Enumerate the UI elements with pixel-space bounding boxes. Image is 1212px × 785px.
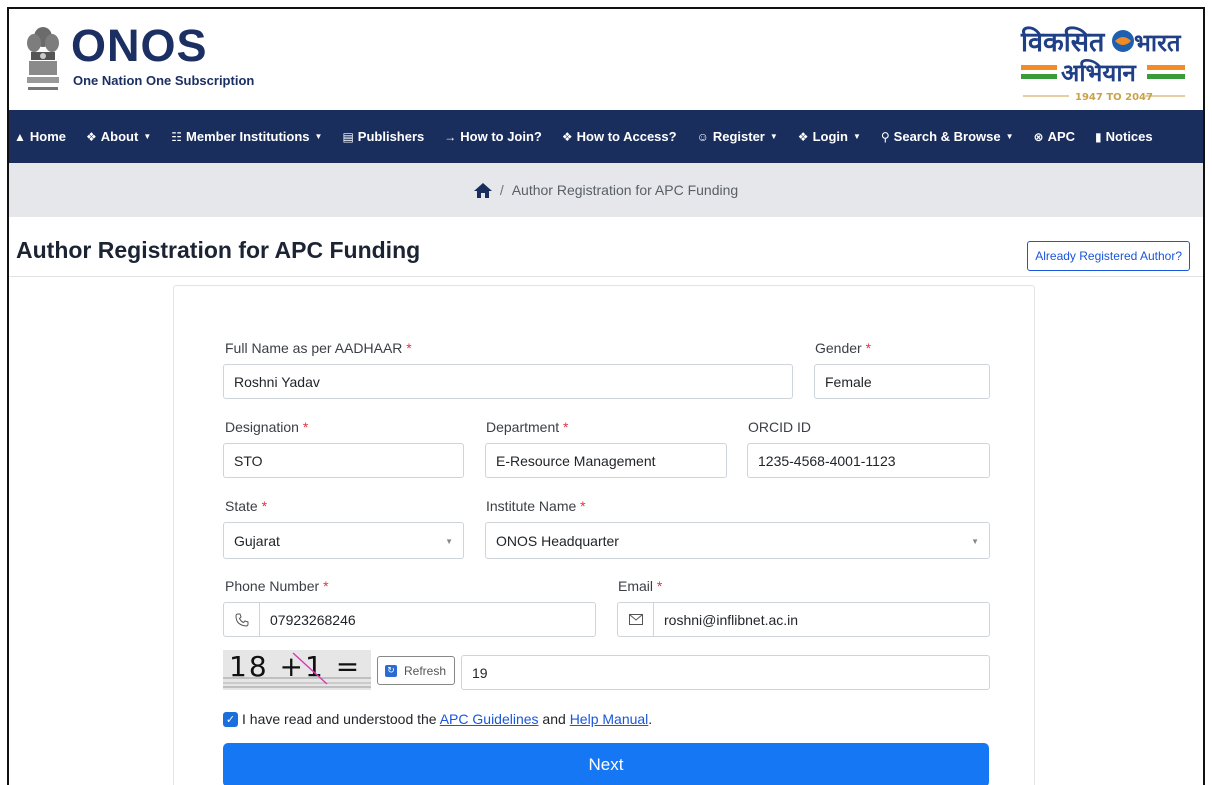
svg-text:1947 TO 2047: 1947 TO 2047 [1075, 92, 1153, 103]
envelope-icon [617, 602, 654, 637]
email-label: Email * [618, 578, 663, 594]
chevron-down-icon: ▼ [314, 132, 323, 141]
chevron-down-icon: ▼ [971, 537, 979, 546]
national-emblem-icon [27, 27, 59, 90]
nav-member-institutions[interactable]: ☷ Member Institutions ▼ [171, 129, 322, 144]
institute-label: Institute Name * [486, 498, 586, 514]
full-name-input[interactable]: Roshni Yadav [223, 364, 793, 399]
viksit-bharat-logo: विकसित भारत अभियान 1947 TO 2047 [1020, 26, 1185, 103]
phone-icon [223, 602, 260, 637]
login-arrow-icon: → [444, 129, 457, 144]
chevron-down-icon: ▼ [1005, 132, 1014, 141]
nav-publishers[interactable]: ▤ Publishers [342, 129, 424, 144]
refresh-icon: ↻ [385, 664, 397, 677]
state-label: State * [225, 498, 268, 514]
nav-how-to-access[interactable]: ❖ How to Access? [562, 129, 677, 144]
info-icon: ❖ [797, 129, 809, 144]
apc-guidelines-link[interactable]: APC Guidelines [440, 711, 539, 727]
chevron-down-icon: ▼ [143, 132, 152, 141]
nav-apc[interactable]: ⊗ APC [1034, 129, 1076, 144]
registration-form-card: Full Name as per AADHAAR * Roshni Yadav … [173, 285, 1035, 785]
gender-label: Gender * [815, 340, 872, 356]
orcid-label: ORCID ID [748, 419, 811, 435]
state-select[interactable]: Gujarat ▼ [223, 522, 464, 559]
info-icon: ❖ [86, 129, 97, 144]
help-manual-link[interactable]: Help Manual [570, 711, 649, 727]
consent-text: I have read and understood the APC Guide… [242, 711, 653, 727]
next-button[interactable]: Next [223, 743, 989, 785]
nav-about[interactable]: ❖ About ▼ [86, 129, 151, 144]
institution-icon: ☷ [171, 129, 183, 144]
home-icon[interactable] [473, 182, 492, 198]
page-title: Author Registration for APC Funding [16, 237, 421, 263]
chevron-down-icon: ▼ [769, 132, 778, 141]
designation-input[interactable]: STO [223, 443, 464, 478]
captcha-image: 18 +1 = [223, 650, 371, 690]
nav-search-browse[interactable]: ⚲ Search & Browse ▼ [881, 129, 1014, 144]
gender-input[interactable]: Female [814, 364, 990, 399]
department-label: Department * [486, 419, 569, 435]
designation-label: Designation * [225, 419, 309, 435]
home-icon: ▲ [14, 129, 26, 144]
phone-label: Phone Number * [225, 578, 329, 594]
department-input[interactable]: E-Resource Management [485, 443, 727, 478]
notice-icon: ▮ [1095, 129, 1102, 144]
main-navbar: ▲ Home ❖ About ▼ ☷ Member Institutions ▼ ▤ Pub… [9, 110, 1203, 163]
captcha-refresh-button[interactable]: ↻ Refresh [377, 656, 456, 685]
nav-how-to-join[interactable]: → How to Join? [444, 129, 542, 144]
already-registered-button[interactable]: Already Registered Author? [1027, 241, 1190, 271]
breadcrumb: / Author Registration for APC Funding [9, 163, 1203, 217]
user-plus-icon: ☺ [696, 129, 709, 144]
chevron-down-icon: ▼ [852, 132, 861, 141]
email-input[interactable]: roshni@inflibnet.ac.in [653, 602, 990, 637]
nav-notices[interactable]: ▮ Notices [1095, 129, 1153, 144]
phone-input[interactable]: 07923268246 [259, 602, 596, 637]
nav-home[interactable]: ▲ Home [14, 129, 66, 144]
book-icon: ▤ [342, 129, 354, 144]
consent-checkbox[interactable]: ✓ [223, 712, 238, 727]
svg-text:विकसित: विकसित [1020, 26, 1106, 58]
page-frame: ONOS One Nation One Subscription विकसित … [7, 7, 1205, 785]
nav-register[interactable]: ☺ Register ▼ [697, 129, 778, 144]
apc-icon: ⊗ [1033, 129, 1044, 144]
search-icon: ⚲ [880, 129, 890, 144]
question-icon: ❖ [561, 129, 573, 144]
institute-select[interactable]: ONOS Headquarter ▼ [485, 522, 990, 559]
chevron-down-icon: ▼ [445, 537, 453, 546]
svg-text:अभियान: अभियान [1061, 59, 1138, 87]
svg-text:भारत: भारत [1134, 29, 1182, 57]
nav-login[interactable]: ❖ Login ▼ [798, 129, 861, 144]
site-header: ONOS One Nation One Subscription विकसित … [9, 9, 1203, 110]
breadcrumb-current: Author Registration for APC Funding [511, 182, 739, 198]
brand-tagline: One Nation One Subscription [73, 73, 255, 88]
orcid-input[interactable]: 1235-4568-4001-1123 [747, 443, 990, 478]
title-row: Author Registration for APC Funding Alre… [9, 217, 1203, 277]
full-name-label: Full Name as per AADHAAR * [225, 340, 412, 356]
brand-logo-text[interactable]: ONOS [71, 21, 208, 71]
breadcrumb-separator: / [499, 182, 504, 198]
captcha-answer-input[interactable]: 19 [461, 655, 990, 690]
